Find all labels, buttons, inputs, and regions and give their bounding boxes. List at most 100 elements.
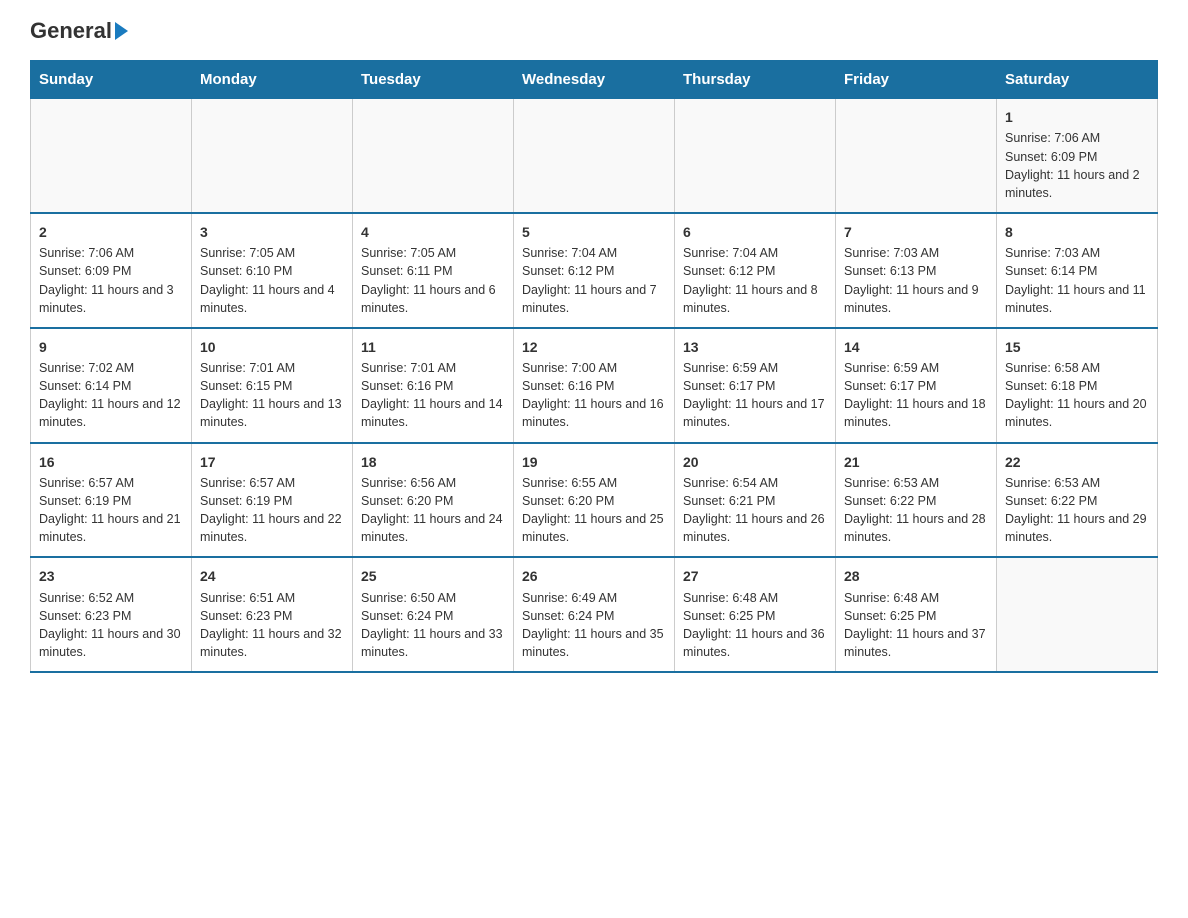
- calendar-cell: 2 Sunrise: 7:06 AM Sunset: 6:09 PM Daylig…: [31, 213, 192, 328]
- day-number: 23: [39, 566, 183, 586]
- day-number: 16: [39, 452, 183, 472]
- day-info: Sunrise: 7:04 AM Sunset: 6:12 PM Dayligh…: [522, 246, 657, 314]
- day-info: Sunrise: 6:57 AM Sunset: 6:19 PM Dayligh…: [39, 476, 181, 544]
- day-info: Sunrise: 6:51 AM Sunset: 6:23 PM Dayligh…: [200, 591, 342, 659]
- calendar-cell: [514, 99, 675, 213]
- calendar-cell: 14 Sunrise: 6:59 AM Sunset: 6:17 PM Dayli…: [836, 328, 997, 443]
- day-info: Sunrise: 6:48 AM Sunset: 6:25 PM Dayligh…: [683, 591, 825, 659]
- calendar-cell: [836, 99, 997, 213]
- day-number: 9: [39, 337, 183, 357]
- calendar-cell: 15 Sunrise: 6:58 AM Sunset: 6:18 PM Dayli…: [997, 328, 1158, 443]
- calendar-cell: 24 Sunrise: 6:51 AM Sunset: 6:23 PM Dayli…: [192, 557, 353, 672]
- day-info: Sunrise: 7:06 AM Sunset: 6:09 PM Dayligh…: [1005, 131, 1140, 199]
- day-info: Sunrise: 6:53 AM Sunset: 6:22 PM Dayligh…: [1005, 476, 1147, 544]
- column-header-tuesday: Tuesday: [353, 61, 514, 99]
- calendar-cell: [192, 99, 353, 213]
- calendar-cell: 9 Sunrise: 7:02 AM Sunset: 6:14 PM Daylig…: [31, 328, 192, 443]
- calendar-header-row: SundayMondayTuesdayWednesdayThursdayFrid…: [31, 61, 1158, 99]
- calendar-cell: 13 Sunrise: 6:59 AM Sunset: 6:17 PM Dayli…: [675, 328, 836, 443]
- day-info: Sunrise: 6:59 AM Sunset: 6:17 PM Dayligh…: [683, 361, 825, 429]
- day-number: 25: [361, 566, 505, 586]
- day-number: 8: [1005, 222, 1149, 242]
- day-number: 12: [522, 337, 666, 357]
- calendar-cell: 11Sunrise: 7:01 AM Sunset: 6:16 PM Dayli…: [353, 328, 514, 443]
- column-header-sunday: Sunday: [31, 61, 192, 99]
- column-header-friday: Friday: [836, 61, 997, 99]
- calendar-cell: 18 Sunrise: 6:56 AM Sunset: 6:20 PM Dayli…: [353, 443, 514, 558]
- column-header-saturday: Saturday: [997, 61, 1158, 99]
- calendar-cell: [353, 99, 514, 213]
- day-number: 24: [200, 566, 344, 586]
- day-info: Sunrise: 7:06 AM Sunset: 6:09 PM Dayligh…: [39, 246, 174, 314]
- day-number: 13: [683, 337, 827, 357]
- day-info: Sunrise: 6:48 AM Sunset: 6:25 PM Dayligh…: [844, 591, 986, 659]
- column-header-thursday: Thursday: [675, 61, 836, 99]
- calendar-cell: 5Sunrise: 7:04 AM Sunset: 6:12 PM Daylig…: [514, 213, 675, 328]
- calendar-cell: 6 Sunrise: 7:04 AM Sunset: 6:12 PM Daylig…: [675, 213, 836, 328]
- day-info: Sunrise: 6:54 AM Sunset: 6:21 PM Dayligh…: [683, 476, 825, 544]
- calendar-week-row: 9 Sunrise: 7:02 AM Sunset: 6:14 PM Daylig…: [31, 328, 1158, 443]
- day-number: 26: [522, 566, 666, 586]
- column-header-wednesday: Wednesday: [514, 61, 675, 99]
- calendar-week-row: 2 Sunrise: 7:06 AM Sunset: 6:09 PM Daylig…: [31, 213, 1158, 328]
- logo: General: [30, 20, 128, 42]
- day-info: Sunrise: 6:50 AM Sunset: 6:24 PM Dayligh…: [361, 591, 503, 659]
- calendar-cell: 4 Sunrise: 7:05 AM Sunset: 6:11 PM Daylig…: [353, 213, 514, 328]
- day-number: 28: [844, 566, 988, 586]
- calendar-cell: 19Sunrise: 6:55 AM Sunset: 6:20 PM Dayli…: [514, 443, 675, 558]
- day-number: 17: [200, 452, 344, 472]
- day-number: 11: [361, 337, 505, 357]
- day-info: Sunrise: 6:49 AM Sunset: 6:24 PM Dayligh…: [522, 591, 664, 659]
- calendar-cell: 16 Sunrise: 6:57 AM Sunset: 6:19 PM Dayli…: [31, 443, 192, 558]
- calendar-table: SundayMondayTuesdayWednesdayThursdayFrid…: [30, 60, 1158, 673]
- calendar-cell: [675, 99, 836, 213]
- day-number: 4: [361, 222, 505, 242]
- column-header-monday: Monday: [192, 61, 353, 99]
- calendar-cell: 23 Sunrise: 6:52 AM Sunset: 6:23 PM Dayli…: [31, 557, 192, 672]
- day-number: 15: [1005, 337, 1149, 357]
- day-number: 22: [1005, 452, 1149, 472]
- logo-triangle-icon: [115, 22, 128, 40]
- day-info: Sunrise: 6:55 AM Sunset: 6:20 PM Dayligh…: [522, 476, 664, 544]
- day-number: 20: [683, 452, 827, 472]
- calendar-cell: 21 Sunrise: 6:53 AM Sunset: 6:22 PM Dayli…: [836, 443, 997, 558]
- day-info: Sunrise: 7:03 AM Sunset: 6:13 PM Dayligh…: [844, 246, 979, 314]
- day-number: 6: [683, 222, 827, 242]
- day-number: 14: [844, 337, 988, 357]
- day-info: Sunrise: 7:00 AM Sunset: 6:16 PM Dayligh…: [522, 361, 664, 429]
- day-info: Sunrise: 6:59 AM Sunset: 6:17 PM Dayligh…: [844, 361, 986, 429]
- calendar-cell: 26 Sunrise: 6:49 AM Sunset: 6:24 PM Dayli…: [514, 557, 675, 672]
- calendar-cell: 1Sunrise: 7:06 AM Sunset: 6:09 PM Daylig…: [997, 99, 1158, 213]
- calendar-cell: 20 Sunrise: 6:54 AM Sunset: 6:21 PM Dayli…: [675, 443, 836, 558]
- calendar-cell: 10Sunrise: 7:01 AM Sunset: 6:15 PM Dayli…: [192, 328, 353, 443]
- day-info: Sunrise: 6:52 AM Sunset: 6:23 PM Dayligh…: [39, 591, 181, 659]
- day-info: Sunrise: 6:53 AM Sunset: 6:22 PM Dayligh…: [844, 476, 986, 544]
- calendar-cell: 22 Sunrise: 6:53 AM Sunset: 6:22 PM Dayli…: [997, 443, 1158, 558]
- calendar-cell: 25 Sunrise: 6:50 AM Sunset: 6:24 PM Dayli…: [353, 557, 514, 672]
- calendar-cell: 27Sunrise: 6:48 AM Sunset: 6:25 PM Dayli…: [675, 557, 836, 672]
- calendar-cell: [31, 99, 192, 213]
- calendar-cell: 12 Sunrise: 7:00 AM Sunset: 6:16 PM Dayli…: [514, 328, 675, 443]
- day-info: Sunrise: 6:57 AM Sunset: 6:19 PM Dayligh…: [200, 476, 342, 544]
- calendar-cell: [997, 557, 1158, 672]
- day-number: 21: [844, 452, 988, 472]
- day-info: Sunrise: 6:58 AM Sunset: 6:18 PM Dayligh…: [1005, 361, 1147, 429]
- calendar-cell: 3 Sunrise: 7:05 AM Sunset: 6:10 PM Daylig…: [192, 213, 353, 328]
- day-number: 2: [39, 222, 183, 242]
- calendar-cell: 17 Sunrise: 6:57 AM Sunset: 6:19 PM Dayli…: [192, 443, 353, 558]
- day-number: 7: [844, 222, 988, 242]
- day-number: 18: [361, 452, 505, 472]
- day-info: Sunrise: 6:56 AM Sunset: 6:20 PM Dayligh…: [361, 476, 503, 544]
- day-info: Sunrise: 7:02 AM Sunset: 6:14 PM Dayligh…: [39, 361, 181, 429]
- day-info: Sunrise: 7:05 AM Sunset: 6:11 PM Dayligh…: [361, 246, 496, 314]
- day-info: Sunrise: 7:05 AM Sunset: 6:10 PM Dayligh…: [200, 246, 335, 314]
- day-number: 3: [200, 222, 344, 242]
- day-info: Sunrise: 7:03 AM Sunset: 6:14 PM Dayligh…: [1005, 246, 1146, 314]
- day-info: Sunrise: 7:04 AM Sunset: 6:12 PM Dayligh…: [683, 246, 818, 314]
- calendar-cell: 8 Sunrise: 7:03 AM Sunset: 6:14 PM Daylig…: [997, 213, 1158, 328]
- logo-general-text: General: [30, 20, 128, 42]
- calendar-cell: 28 Sunrise: 6:48 AM Sunset: 6:25 PM Dayli…: [836, 557, 997, 672]
- day-number: 10: [200, 337, 344, 357]
- calendar-week-row: 16 Sunrise: 6:57 AM Sunset: 6:19 PM Dayli…: [31, 443, 1158, 558]
- page-header: General: [30, 20, 1158, 42]
